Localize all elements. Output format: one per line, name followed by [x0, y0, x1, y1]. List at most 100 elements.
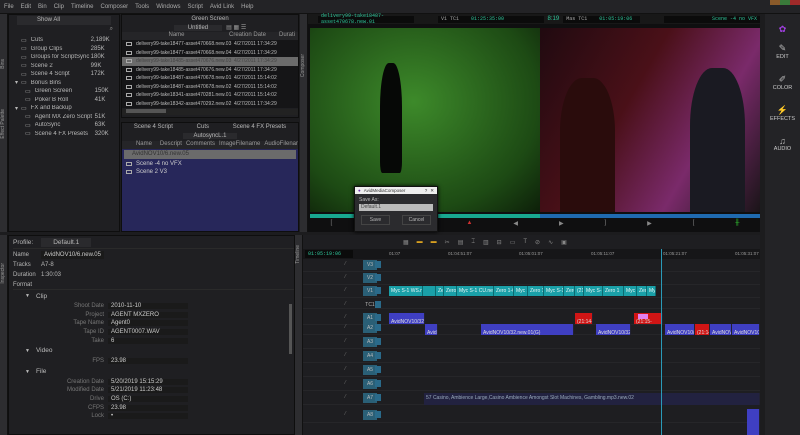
bin-view-dropdown[interactable]: AutosyncL.1	[183, 133, 237, 139]
property-value[interactable]: 5/20/2019 15:15:29	[108, 378, 188, 385]
expand-icon[interactable]: ▾	[15, 105, 18, 112]
step-back-icon[interactable]: ◀	[513, 220, 518, 230]
save-button[interactable]: Save	[360, 215, 391, 225]
audio-clip[interactable]: AvidNOV10/32.	[596, 324, 631, 335]
tab-scene-4-fx-presets[interactable]: Scene 4 FX Presets	[233, 123, 286, 131]
tab-effect-palette[interactable]: Effect Palette	[0, 109, 6, 139]
text-icon[interactable]: T	[523, 239, 527, 245]
video-clip[interactable]: Myc S-1 CU.	[544, 286, 564, 296]
table-row[interactable]: delivery99-take18477-asset470668.new.04 4…	[122, 49, 298, 58]
table-row[interactable]: delivery99-take18487-asset470678.new.02 4…	[122, 83, 298, 92]
bin-view-dropdown[interactable]: Untitled	[173, 24, 223, 31]
toolbar-icon[interactable]: ▦	[403, 239, 409, 246]
mark-out-icon[interactable]: ]	[604, 220, 606, 230]
section-file[interactable]: ▼ File	[13, 366, 294, 378]
property-value[interactable]: 23.98	[108, 358, 188, 365]
list-item[interactable]: Scene 2 V3	[122, 168, 298, 177]
slip-icon[interactable]: ⌶	[471, 239, 475, 246]
video-clip[interactable]: Zero 1-	[564, 286, 575, 296]
save-as-input[interactable]: Default.1	[359, 204, 433, 211]
collapse-icon[interactable]: ▼	[25, 369, 30, 375]
property-value[interactable]: •	[108, 413, 188, 420]
video-clip[interactable]: Zero 1	[444, 286, 457, 296]
table-row[interactable]: delivery99-take18487-asset470678.new.01 4…	[122, 74, 298, 83]
bin-item[interactable]: ▾ ▭ FX and Backup	[15, 104, 119, 113]
play-icon[interactable]: ▶	[647, 220, 652, 230]
bin-hscrollbar[interactable]	[126, 109, 166, 113]
property-value[interactable]: 5/21/2019 11:23:48	[108, 387, 188, 394]
source-timecode[interactable]: V1 TC1 01:25:35:00	[437, 15, 544, 23]
col-name[interactable]: Name	[124, 32, 229, 40]
video-clip[interactable]: Zero 1-6	[494, 286, 514, 296]
track-monitor-icon[interactable]	[375, 324, 381, 331]
list-view-icon[interactable]: ▤ ▦ ☰	[226, 24, 246, 31]
expand-icon[interactable]: ▾	[15, 79, 18, 86]
audio-clip[interactable]	[747, 409, 760, 435]
audio-clip[interactable]: 57 Casino, Ambience Large,Casino Ambienc…	[424, 393, 760, 405]
record-sequence-name[interactable]: Scene -4 no VFX	[664, 15, 760, 23]
mixer-icon[interactable]: ▣	[561, 239, 567, 246]
menu-timeline[interactable]: Timeline	[71, 4, 93, 10]
video-clip[interactable]: Zero 1	[603, 286, 624, 296]
col-comments[interactable]: Comments	[186, 141, 215, 149]
source-monitor[interactable]	[310, 28, 540, 212]
bin-item[interactable]: ▭ Cuts 2,189K	[15, 36, 119, 45]
bin-item[interactable]: ▭ Green Screen 150K	[15, 87, 119, 96]
property-value[interactable]: Agent0	[108, 320, 188, 327]
playhead[interactable]	[661, 249, 662, 435]
mark-in-icon[interactable]: [	[330, 220, 332, 230]
menu-tools[interactable]: Tools	[135, 4, 149, 10]
table-row[interactable]: delivery99-take18341-asset470281.new.01 4…	[122, 91, 298, 100]
audio-clip[interactable]: AvidNOV10	[732, 324, 760, 335]
sync-icon[interactable]: ▥	[483, 239, 489, 246]
tab-cuts[interactable]: Cuts	[197, 123, 209, 131]
video-clip[interactable]: Zero	[637, 286, 647, 296]
property-value[interactable]: 6	[108, 337, 188, 344]
property-value[interactable]: AGENT0007.WAV	[108, 329, 188, 336]
profile-dropdown[interactable]: Default.1	[41, 237, 92, 247]
snap-icon[interactable]: ⊟	[497, 239, 502, 246]
timeline-timecode[interactable]: 01:05:19:06	[305, 250, 353, 258]
audio-clip[interactable]: (21:14-)	[695, 324, 710, 335]
tab-composer[interactable]: Composer	[300, 54, 306, 77]
list-item[interactable]: Scene -4 no VFX	[122, 160, 298, 169]
cancel-button[interactable]: Cancel	[401, 215, 432, 225]
selected-clip-marker[interactable]	[638, 314, 648, 319]
close-button[interactable]	[790, 0, 800, 5]
trim-icon[interactable]: ✂	[445, 239, 450, 246]
menu-bin[interactable]: Bin	[38, 4, 47, 10]
track-monitor-icon[interactable]	[375, 301, 381, 308]
bin-item[interactable]: ▭ Scene 4 FX Presets 320K	[15, 130, 119, 139]
collapse-icon[interactable]: ▼	[25, 348, 30, 354]
bin-item[interactable]: ▭ AutoSync 63K	[15, 121, 119, 130]
col-name[interactable]: Name	[132, 141, 156, 149]
property-value[interactable]: 2010-11-10	[108, 303, 188, 310]
video-clip[interactable]: Myc	[647, 286, 656, 296]
video-clip[interactable]	[423, 286, 436, 296]
workspace-color[interactable]: ✐ COLOR	[765, 74, 800, 91]
track-monitor-icon[interactable]	[375, 411, 381, 418]
track-monitor-icon[interactable]	[375, 314, 381, 321]
track-lock-icon[interactable]: ⁄	[345, 394, 346, 400]
track-lock-icon[interactable]: ⁄	[345, 314, 346, 320]
audio-clip[interactable]: Avid	[425, 324, 438, 335]
record-monitor[interactable]	[540, 28, 760, 212]
audio-clip[interactable]: AvidNOV10/	[665, 324, 695, 335]
overwrite-icon[interactable]: ▬	[431, 239, 437, 245]
waveform-icon[interactable]: ∿	[548, 239, 553, 246]
property-value[interactable]: OS (C:)	[108, 396, 188, 403]
track-monitor-icon[interactable]	[375, 352, 381, 359]
track-lock-icon[interactable]: ⁄	[345, 366, 346, 372]
section-video[interactable]: ▼ Video	[13, 345, 294, 357]
source-clip-name[interactable]: delivery99-take18487-asset470678.new.01	[318, 13, 414, 25]
bin-item[interactable]: ▭ Poker B Roll 41K	[15, 96, 119, 105]
video-clip[interactable]: Zero 1	[436, 286, 444, 296]
track-monitor-icon[interactable]	[375, 394, 381, 401]
list-item[interactable]: AvidNOV10/6.new.05	[124, 150, 296, 159]
menu-composer[interactable]: Composer	[100, 4, 128, 10]
bin-item[interactable]: ▭ Groups for ScriptSync 180K	[15, 53, 119, 62]
maximize-button[interactable]	[780, 0, 790, 5]
track-lock-icon[interactable]: ⁄	[345, 301, 346, 307]
add-edit-icon[interactable]: ╫	[735, 220, 739, 230]
track-monitor-icon[interactable]	[375, 274, 381, 281]
